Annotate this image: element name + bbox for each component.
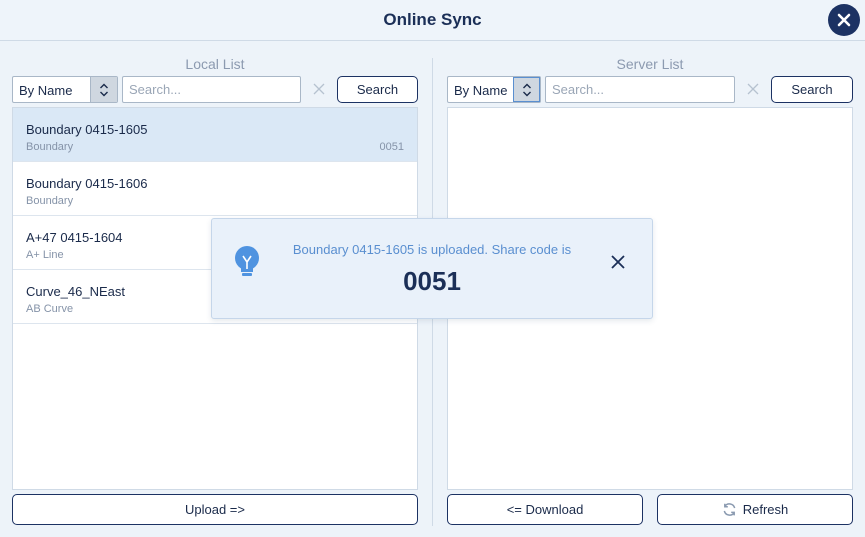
- item-name: Curve_46_NEast: [26, 284, 125, 299]
- sort-chevron-icon: [90, 77, 117, 102]
- refresh-icon: [723, 503, 736, 516]
- notification-message: Boundary 0415-1605 is uploaded. Share co…: [292, 242, 572, 257]
- share-code: 0051: [403, 266, 461, 296]
- server-sort-select[interactable]: By Name: [447, 76, 541, 103]
- item-type: Boundary: [26, 195, 74, 207]
- refresh-button[interactable]: Refresh: [657, 494, 853, 525]
- item-name: A+47 0415-1604: [26, 230, 123, 245]
- title-bar: Online Sync: [0, 0, 865, 41]
- server-search-input[interactable]: [545, 76, 735, 103]
- server-search-button[interactable]: Search: [771, 76, 853, 103]
- upload-button[interactable]: Upload =>: [12, 494, 418, 525]
- list-item[interactable]: Boundary 0415-1606 Boundary: [13, 162, 417, 216]
- local-sort-select[interactable]: By Name: [12, 76, 118, 103]
- item-type: A+ Line: [26, 249, 64, 261]
- lightbulb-icon: [235, 246, 259, 276]
- item-name: Boundary 0415-1606: [26, 176, 148, 191]
- refresh-label: Refresh: [742, 502, 789, 517]
- local-sort-value: By Name: [19, 83, 73, 98]
- server-clear-search-icon[interactable]: [746, 82, 760, 96]
- local-search-button[interactable]: Search: [337, 76, 418, 103]
- close-icon: [611, 255, 625, 269]
- close-button[interactable]: [828, 4, 860, 36]
- item-type: Boundary: [26, 141, 74, 153]
- upload-notification: Boundary 0415-1605 is uploaded. Share co…: [211, 218, 653, 319]
- item-name: Boundary 0415-1605: [26, 122, 148, 137]
- item-type: AB Curve: [26, 303, 74, 315]
- item-share-code: 0051: [379, 141, 404, 153]
- list-item[interactable]: Boundary 0415-1605 Boundary 0051: [13, 108, 417, 162]
- close-icon: [837, 13, 851, 27]
- server-sort-value: By Name: [454, 83, 508, 98]
- notification-close-button[interactable]: [608, 252, 628, 272]
- local-clear-search-icon[interactable]: [312, 82, 326, 96]
- window-title: Online Sync: [383, 10, 482, 29]
- local-list-label: Local List: [185, 56, 245, 72]
- server-list-label: Server List: [616, 56, 684, 72]
- download-button[interactable]: <= Download: [447, 494, 643, 525]
- sort-chevron-icon: [513, 77, 540, 102]
- local-search-input[interactable]: [122, 76, 301, 103]
